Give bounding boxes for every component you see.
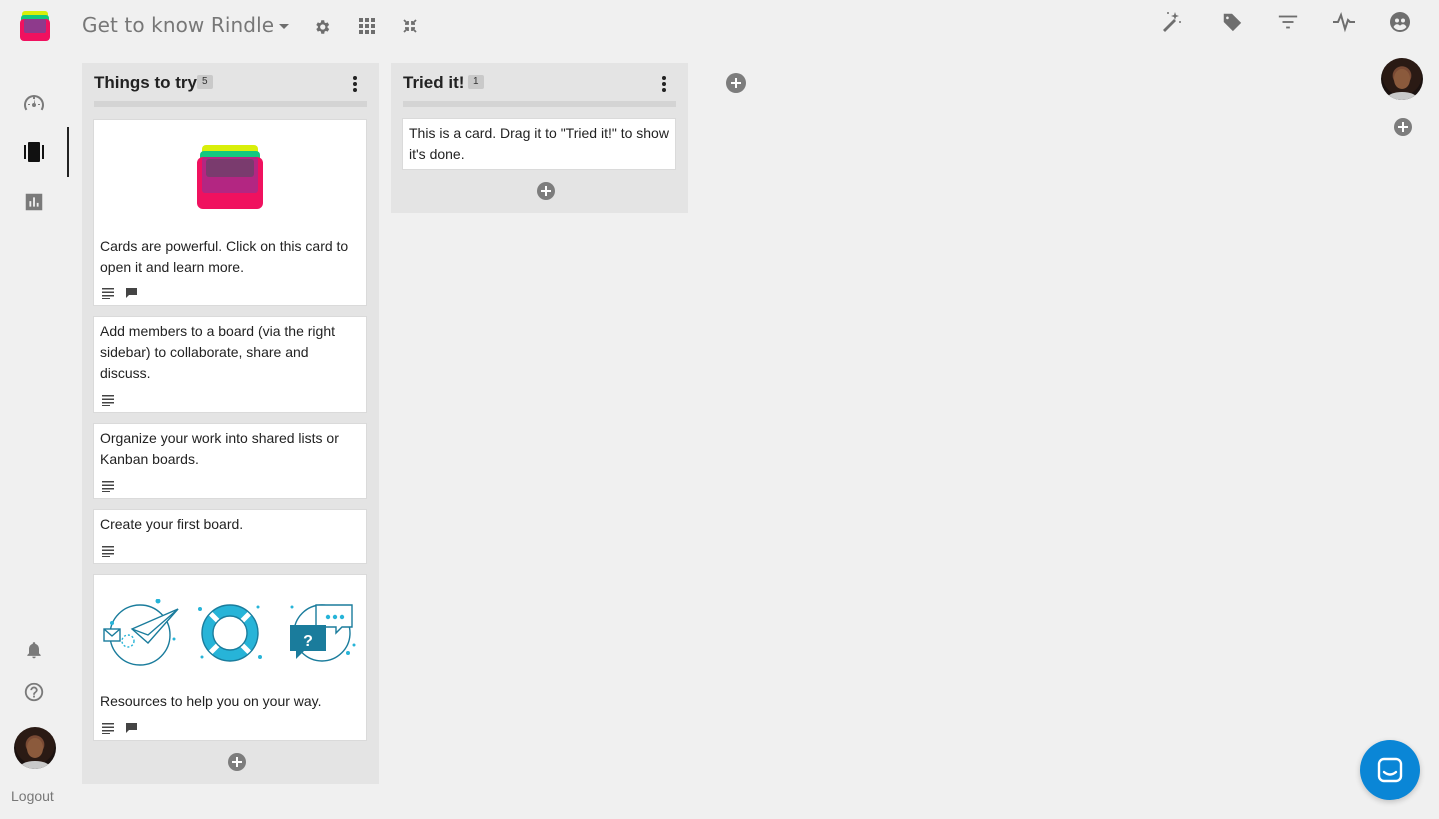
paper-plane-illustration (102, 598, 180, 673)
card[interactable]: This is a card. Drag it to "Tried it!" t… (402, 118, 676, 170)
filter-icon[interactable] (1276, 10, 1300, 34)
card-badges (102, 287, 138, 299)
description-icon (102, 723, 114, 734)
list-menu-icon[interactable] (346, 74, 364, 94)
tag-icon[interactable] (1220, 10, 1244, 34)
chat-icon (1377, 757, 1403, 783)
card-badges (102, 394, 115, 406)
card-badges (102, 545, 115, 557)
card-text: This is a card. Drag it to "Tried it!" t… (409, 125, 669, 162)
card[interactable]: Create your first board. (93, 509, 367, 564)
card[interactable]: Organize your work into shared lists or … (93, 423, 367, 499)
card[interactable]: Add members to a board (via the right si… (93, 316, 367, 413)
life-ring-illustration (194, 599, 266, 673)
board-title[interactable]: Get to know Rindle (82, 13, 274, 37)
notifications-icon[interactable] (22, 638, 46, 662)
list-things-to-try: Things to try 5 Cards are powerful. Clic… (82, 63, 379, 784)
svg-text:?: ? (303, 633, 313, 650)
board-member-avatar[interactable] (1381, 58, 1423, 100)
description-icon (102, 481, 114, 492)
rindle-logo-image (196, 145, 264, 215)
card-text: Create your first board. (100, 516, 244, 532)
top-bar: Get to know Rindle (0, 0, 1439, 52)
chat-support-button[interactable] (1360, 740, 1420, 800)
card-text: Resources to help you on your way. (100, 693, 322, 709)
board-members-icon[interactable] (1388, 10, 1412, 34)
settings-icon[interactable] (310, 15, 334, 39)
list-card-count: 5 (197, 75, 213, 89)
card-badges (102, 480, 115, 492)
activity-icon[interactable] (1332, 10, 1356, 34)
list-title[interactable]: Tried it! (403, 73, 464, 93)
list-card-count: 1 (468, 75, 484, 89)
support-chat-illustration: ? (286, 597, 358, 673)
add-member-button[interactable] (1394, 118, 1412, 136)
card[interactable]: ? Resources to help you on your way. (93, 574, 367, 741)
add-card-button[interactable] (228, 753, 246, 771)
user-avatar[interactable] (14, 727, 56, 769)
list-title[interactable]: Things to try (94, 73, 197, 93)
add-list-button[interactable] (726, 73, 746, 93)
magic-wand-icon[interactable] (1159, 10, 1183, 34)
description-icon (102, 546, 114, 557)
apps-grid-icon[interactable] (355, 14, 379, 38)
comments-icon (126, 723, 137, 733)
description-icon (102, 395, 114, 406)
dashboard-icon[interactable] (22, 91, 46, 115)
list-header: Tried it! 1 (391, 63, 688, 107)
list-menu-icon[interactable] (655, 74, 673, 94)
list-header: Things to try 5 (82, 63, 379, 107)
card[interactable]: Cards are powerful. Click on this card t… (93, 119, 367, 306)
add-card-button[interactable] (537, 182, 555, 200)
logout-link[interactable]: Logout (11, 788, 54, 804)
card-text: Organize your work into shared lists or … (100, 430, 339, 467)
help-icon[interactable] (22, 680, 46, 704)
nav-active-indicator (67, 127, 69, 177)
list-progress-bar (94, 101, 367, 107)
card-badges (102, 722, 138, 734)
reports-icon[interactable] (22, 190, 46, 214)
card-text: Add members to a board (via the right si… (100, 323, 336, 381)
comments-icon (126, 288, 137, 298)
list-progress-bar (403, 101, 676, 107)
description-icon (102, 288, 114, 299)
collapse-icon[interactable] (398, 14, 422, 38)
rindle-logo-icon[interactable] (19, 10, 51, 42)
card-text: Cards are powerful. Click on this card t… (100, 238, 349, 275)
boards-icon[interactable] (22, 140, 46, 164)
board-dropdown-icon[interactable] (272, 14, 296, 38)
list-tried-it: Tried it! 1 This is a card. Drag it to "… (391, 63, 688, 213)
